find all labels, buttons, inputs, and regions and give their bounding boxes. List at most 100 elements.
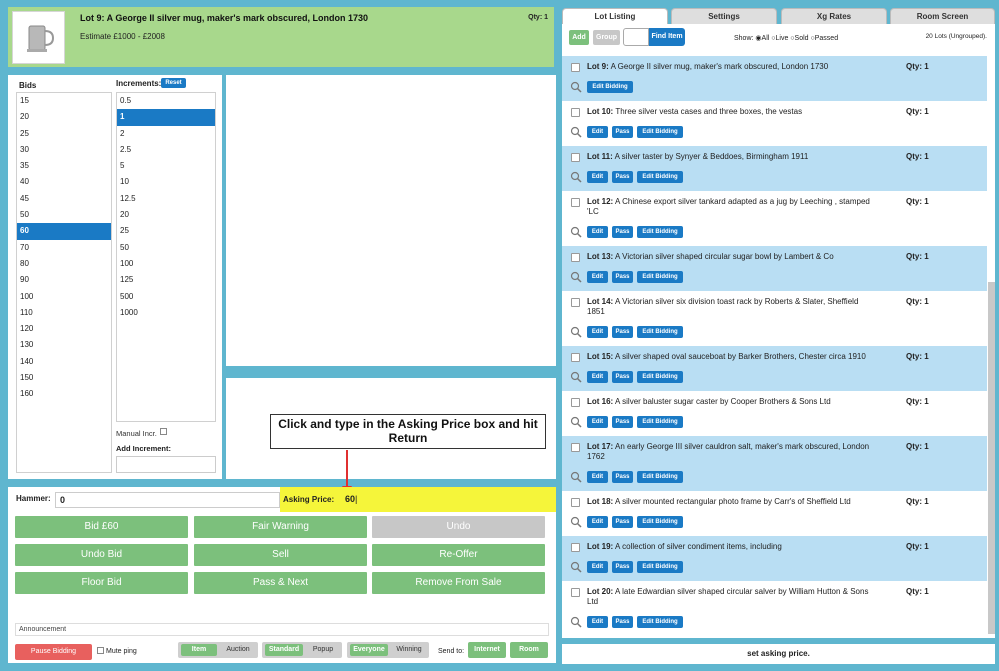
zoom-icon[interactable] — [570, 271, 582, 283]
asking-price-input[interactable]: 60| — [342, 491, 545, 508]
bid-option[interactable]: 140 — [17, 354, 111, 370]
pass-and-next-button[interactable]: Pass & Next — [194, 572, 367, 594]
edit-lot-button[interactable]: Edit — [587, 326, 608, 338]
reset-increments-button[interactable]: Reset — [161, 78, 186, 88]
lots-scrollbar[interactable] — [988, 282, 995, 634]
lot-row[interactable]: Lot 9: A George II silver mug, maker's m… — [562, 56, 987, 101]
pass-lot-button[interactable]: Pass — [612, 561, 633, 573]
edit-lot-button[interactable]: Edit — [587, 616, 608, 628]
add-lot-button[interactable]: Add — [569, 30, 589, 45]
increment-option[interactable]: 125 — [117, 272, 215, 288]
edit-lot-button[interactable]: Edit — [587, 416, 608, 428]
audience-toggle[interactable]: Everyone Winning — [347, 642, 429, 658]
tab-room-screen[interactable]: Room Screen — [890, 8, 995, 24]
tab-xg-rates[interactable]: Xg Rates — [781, 8, 887, 24]
find-item-input[interactable] — [623, 28, 649, 46]
edit-bidding-button[interactable]: Edit Bidding — [637, 271, 683, 283]
bid-option[interactable]: 50 — [17, 207, 111, 223]
manual-increment-checkbox[interactable] — [160, 428, 167, 435]
lot-select-checkbox[interactable] — [571, 398, 580, 407]
zoom-icon[interactable] — [570, 561, 582, 573]
lot-select-checkbox[interactable] — [571, 153, 580, 162]
toggle-standard[interactable]: Standard — [265, 644, 303, 656]
edit-bidding-button[interactable]: Edit Bidding — [637, 126, 683, 138]
pass-lot-button[interactable]: Pass — [612, 226, 633, 238]
bid-option[interactable]: 70 — [17, 240, 111, 256]
zoom-icon[interactable] — [570, 81, 582, 93]
bid-option[interactable]: 130 — [17, 337, 111, 353]
edit-bidding-button[interactable]: Edit Bidding — [587, 81, 633, 93]
edit-lot-button[interactable]: Edit — [587, 171, 608, 183]
increment-option[interactable]: 12.5 — [117, 191, 215, 207]
edit-bidding-button[interactable]: Edit Bidding — [637, 171, 683, 183]
bid-option[interactable]: 45 — [17, 191, 111, 207]
lot-row[interactable]: Lot 10: Three silver vesta cases and thr… — [562, 101, 987, 146]
bid-option[interactable]: 80 — [17, 256, 111, 272]
zoom-icon[interactable] — [570, 226, 582, 238]
zoom-icon[interactable] — [570, 616, 582, 628]
edit-lot-button[interactable]: Edit — [587, 271, 608, 283]
mute-ping-checkbox[interactable] — [97, 647, 104, 654]
edit-bidding-button[interactable]: Edit Bidding — [637, 616, 683, 628]
bid-option[interactable]: 120 — [17, 321, 111, 337]
bid-option[interactable]: 160 — [17, 386, 111, 402]
lot-row[interactable]: Lot 13: A Victorian silver shaped circul… — [562, 246, 987, 291]
increment-option[interactable]: 5 — [117, 158, 215, 174]
increments-listbox[interactable]: 0.5 1 2 2.5 5 10 12.5 20 25 50 100 125 500 1000 — [116, 92, 216, 422]
increment-option[interactable]: 25 — [117, 223, 215, 239]
bid-button[interactable]: Bid £60 — [15, 516, 188, 538]
bid-option[interactable]: 60 — [17, 223, 111, 240]
send-internet-button[interactable]: Internet — [468, 642, 506, 658]
edit-lot-button[interactable]: Edit — [587, 226, 608, 238]
lot-row[interactable]: Lot 15: A silver shaped oval sauceboat b… — [562, 346, 987, 391]
zoom-icon[interactable] — [570, 371, 582, 383]
zoom-icon[interactable] — [570, 171, 582, 183]
find-item-button[interactable]: Find Item — [649, 28, 685, 46]
bid-option[interactable]: 100 — [17, 289, 111, 305]
lot-select-checkbox[interactable] — [571, 543, 580, 552]
pass-lot-button[interactable]: Pass — [612, 371, 633, 383]
edit-bidding-button[interactable]: Edit Bidding — [637, 326, 683, 338]
zoom-icon[interactable] — [570, 326, 582, 338]
bids-listbox[interactable]: 15 20 25 30 35 40 45 50 60 70 80 90 100 110 120 130 140 1… — [16, 92, 112, 473]
bid-option[interactable]: 30 — [17, 142, 111, 158]
zoom-icon[interactable] — [570, 471, 582, 483]
increment-option[interactable]: 10 — [117, 174, 215, 190]
pass-lot-button[interactable]: Pass — [612, 616, 633, 628]
lot-select-checkbox[interactable] — [571, 443, 580, 452]
edit-bidding-button[interactable]: Edit Bidding — [637, 561, 683, 573]
fair-warning-button[interactable]: Fair Warning — [194, 516, 367, 538]
edit-lot-button[interactable]: Edit — [587, 126, 608, 138]
pass-lot-button[interactable]: Pass — [612, 326, 633, 338]
edit-bidding-button[interactable]: Edit Bidding — [637, 416, 683, 428]
add-increment-input[interactable] — [116, 456, 216, 473]
lot-select-checkbox[interactable] — [571, 353, 580, 362]
bid-option[interactable]: 40 — [17, 174, 111, 190]
pass-lot-button[interactable]: Pass — [612, 416, 633, 428]
lot-select-checkbox[interactable] — [571, 253, 580, 262]
increment-option[interactable]: 50 — [117, 240, 215, 256]
bid-option[interactable]: 110 — [17, 305, 111, 321]
toggle-item[interactable]: Item — [181, 644, 217, 656]
increment-option[interactable]: 1000 — [117, 305, 215, 321]
toggle-everyone[interactable]: Everyone — [350, 644, 388, 656]
lot-row[interactable]: Lot 20: A late Edwardian silver shaped c… — [562, 581, 987, 636]
zoom-icon[interactable] — [570, 516, 582, 528]
tab-settings[interactable]: Settings — [671, 8, 777, 24]
scope-toggle[interactable]: Item Auction — [178, 642, 258, 658]
lot-select-checkbox[interactable] — [571, 298, 580, 307]
tab-lot-listing[interactable]: Lot Listing — [562, 8, 668, 25]
edit-lot-button[interactable]: Edit — [587, 471, 608, 483]
lot-select-checkbox[interactable] — [571, 108, 580, 117]
edit-bidding-button[interactable]: Edit Bidding — [637, 471, 683, 483]
lot-row[interactable]: Lot 12: A Chinese export silver tankard … — [562, 191, 987, 246]
lot-select-checkbox[interactable] — [571, 588, 580, 597]
send-room-button[interactable]: Room — [510, 642, 548, 658]
edit-bidding-button[interactable]: Edit Bidding — [637, 226, 683, 238]
undo-button[interactable]: Undo — [372, 516, 545, 538]
edit-lot-button[interactable]: Edit — [587, 371, 608, 383]
lot-row[interactable]: Lot 11: A silver taster by Synyer & Bedd… — [562, 146, 987, 191]
pass-lot-button[interactable]: Pass — [612, 126, 633, 138]
increment-option[interactable]: 100 — [117, 256, 215, 272]
bid-option[interactable]: 25 — [17, 126, 111, 142]
